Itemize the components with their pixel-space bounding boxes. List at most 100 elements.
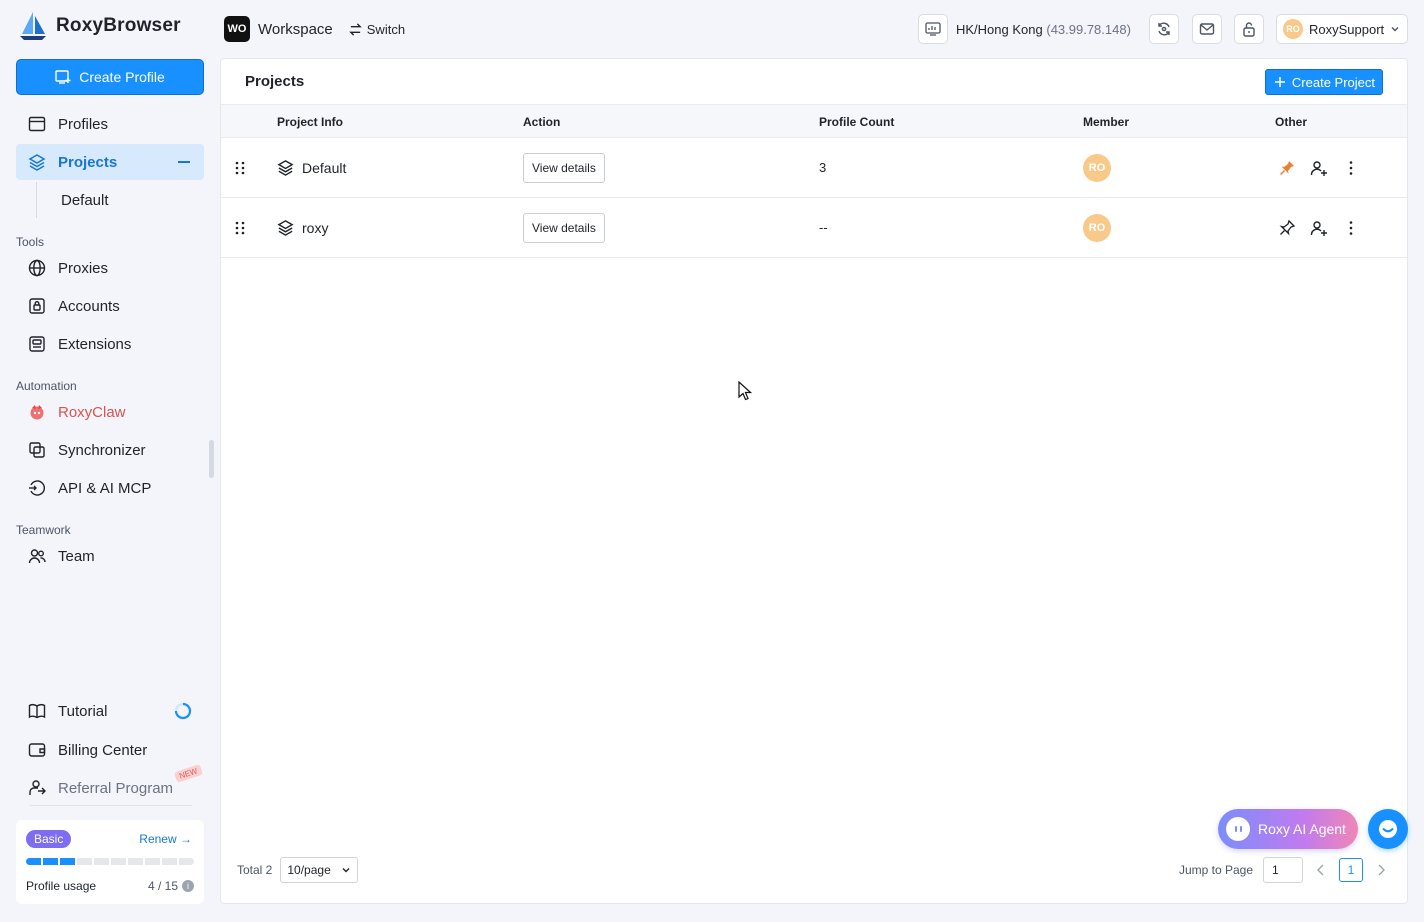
sidebar-item-referral[interactable]: Referral Program NEW bbox=[16, 764, 204, 806]
sidebar-item-label: Referral Program bbox=[58, 779, 174, 797]
sidebar-item-api-mcp[interactable]: API & AI MCP bbox=[16, 470, 204, 506]
extensions-icon bbox=[29, 336, 45, 352]
profiles-icon bbox=[28, 116, 46, 132]
arrow-right-icon: → bbox=[180, 832, 192, 846]
create-project-button[interactable]: Create Project bbox=[1264, 69, 1383, 95]
usage-label: Profile usage bbox=[26, 879, 97, 893]
member-avatar: RO bbox=[1083, 154, 1111, 182]
roxy-ai-agent-button[interactable]: Roxy AI Agent bbox=[1218, 809, 1358, 849]
ai-agent-label: Roxy AI Agent bbox=[1258, 821, 1346, 837]
sidebar-item-synchronizer[interactable]: Synchronizer bbox=[16, 432, 204, 468]
sidebar-subitem-label: Default bbox=[61, 191, 109, 209]
more-vertical-icon[interactable] bbox=[1342, 219, 1360, 237]
sidebar-item-proxies[interactable]: Proxies bbox=[16, 250, 204, 286]
sync-button[interactable] bbox=[1149, 14, 1179, 44]
usage-progress-bar bbox=[26, 858, 194, 865]
sidebar-item-extensions[interactable]: Extensions bbox=[16, 326, 204, 362]
sidebar-item-label: Team bbox=[58, 547, 95, 565]
switch-workspace-button[interactable]: Switch bbox=[348, 22, 405, 37]
messages-button[interactable] bbox=[1192, 14, 1222, 44]
view-details-button[interactable]: View details bbox=[523, 153, 605, 183]
add-member-icon[interactable] bbox=[1310, 159, 1328, 177]
jump-to-page-input[interactable]: 1 bbox=[1263, 857, 1303, 883]
chevron-left-icon[interactable] bbox=[1313, 862, 1329, 878]
drag-handle-icon[interactable] bbox=[235, 221, 245, 235]
plus-icon bbox=[1274, 77, 1285, 87]
info-icon[interactable]: i bbox=[182, 880, 194, 892]
pagination-summary: Total 2 10/page bbox=[237, 857, 358, 883]
top-bar: RoxyBrowser WO Workspace Switch HK/Hong … bbox=[0, 0, 1424, 58]
user-avatar: RO bbox=[1283, 19, 1303, 39]
loading-spinner-icon bbox=[174, 702, 192, 720]
create-project-label: Create Project bbox=[1291, 74, 1375, 90]
sidebar-item-label: RoxyClaw bbox=[58, 403, 126, 421]
usage-segment bbox=[162, 858, 177, 865]
page-button[interactable]: 1 bbox=[1339, 858, 1363, 882]
collapse-icon[interactable] bbox=[178, 161, 190, 163]
sidebar-item-accounts[interactable]: Accounts bbox=[16, 288, 204, 324]
workspace-badge: WO bbox=[224, 16, 250, 42]
row-actions bbox=[1278, 159, 1360, 177]
page-title: Projects bbox=[245, 73, 305, 90]
usage-segment bbox=[77, 858, 92, 865]
automation-heading: Automation bbox=[16, 379, 77, 393]
teamwork-heading: Teamwork bbox=[16, 523, 71, 537]
proxy-status[interactable]: HK/Hong Kong (43.99.78.148) bbox=[918, 14, 1135, 44]
renew-label: Renew bbox=[139, 832, 177, 846]
view-details-button[interactable]: View details bbox=[523, 213, 605, 243]
proxy-location: HK/Hong Kong (43.99.78.148) bbox=[956, 21, 1131, 37]
project-name: roxy bbox=[302, 219, 329, 236]
create-profile-icon bbox=[55, 70, 71, 84]
chevron-down-icon bbox=[342, 868, 350, 873]
proxy-ip: (43.99.78.148) bbox=[1046, 21, 1131, 37]
pin-outline-icon[interactable] bbox=[1278, 219, 1296, 237]
user-name: RoxySupport bbox=[1309, 21, 1385, 37]
ai-face-icon bbox=[1226, 817, 1250, 841]
referral-icon bbox=[29, 780, 46, 795]
sidebar-item-profiles[interactable]: Profiles bbox=[16, 106, 204, 142]
lock-icon bbox=[1243, 22, 1255, 37]
usage-segment bbox=[43, 858, 58, 865]
layers-icon bbox=[28, 154, 46, 171]
sidebar-item-label: Billing Center bbox=[58, 741, 148, 759]
lock-button[interactable] bbox=[1234, 14, 1264, 44]
pagination: Jump to Page 1 1 bbox=[1179, 857, 1389, 883]
sidebar-item-label: Extensions bbox=[58, 335, 132, 353]
sidebar-item-label: Synchronizer bbox=[58, 441, 146, 459]
table-row: roxy View details -- RO bbox=[221, 198, 1407, 258]
sail-logo-icon bbox=[20, 12, 46, 40]
usage-count: 4 / 15 i bbox=[148, 879, 194, 893]
layers-icon bbox=[277, 160, 294, 176]
user-menu[interactable]: RO RoxySupport bbox=[1276, 14, 1408, 44]
create-profile-button[interactable]: Create Profile bbox=[16, 59, 204, 95]
sidebar: Create Profile Profiles Projects Default… bbox=[0, 58, 220, 922]
layers-icon bbox=[277, 220, 294, 236]
more-vertical-icon[interactable] bbox=[1342, 159, 1360, 177]
chevron-right-icon[interactable] bbox=[1373, 862, 1389, 878]
sidebar-item-projects[interactable]: Projects bbox=[16, 144, 204, 180]
sidebar-divider bbox=[30, 805, 192, 806]
plan-badge: Basic bbox=[26, 830, 72, 848]
proxy-monitor-icon bbox=[918, 14, 948, 44]
pin-icon[interactable] bbox=[1278, 159, 1296, 177]
sidebar-item-team[interactable]: Team bbox=[16, 538, 204, 574]
sidebar-subitem-default[interactable]: Default bbox=[36, 182, 204, 218]
drag-handle-icon[interactable] bbox=[235, 161, 245, 175]
usage-segment bbox=[145, 858, 160, 865]
workspace-selector[interactable]: WO Workspace Switch bbox=[224, 16, 405, 42]
renew-link[interactable]: Renew → bbox=[139, 832, 192, 846]
sidebar-item-tutorial[interactable]: Tutorial bbox=[16, 693, 204, 729]
sync-icon bbox=[1158, 22, 1170, 36]
column-header: Profile Count bbox=[819, 115, 895, 129]
projects-panel: Projects Create Project Project Info Act… bbox=[220, 58, 1408, 904]
sidebar-item-roxyclaw[interactable]: RoxyClaw bbox=[16, 394, 204, 430]
sidebar-scrollbar[interactable] bbox=[209, 440, 214, 478]
project-info: roxy bbox=[277, 219, 328, 236]
chat-support-button[interactable] bbox=[1368, 809, 1408, 849]
add-member-icon[interactable] bbox=[1310, 219, 1328, 237]
mouse-cursor-icon bbox=[738, 381, 752, 401]
plan-usage-card: Basic Renew → Profile usage 4 / 15 i bbox=[16, 820, 204, 904]
sidebar-item-billing[interactable]: Billing Center bbox=[16, 732, 204, 768]
switch-arrows-icon bbox=[348, 22, 362, 36]
page-size-select[interactable]: 10/page bbox=[280, 857, 358, 883]
